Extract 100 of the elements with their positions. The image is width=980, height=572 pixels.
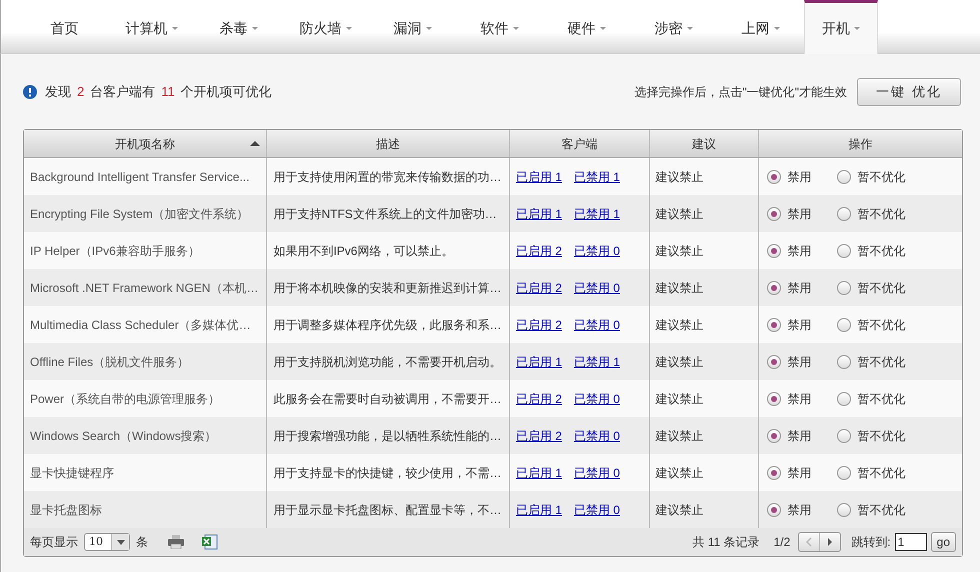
link[interactable]: 已启用 1	[516, 168, 562, 186]
radio-button[interactable]	[837, 318, 852, 332]
link[interactable]: 已启用 2	[516, 316, 562, 334]
table-cell-text: 建议禁止	[656, 354, 704, 370]
radio-button[interactable]	[767, 244, 782, 258]
table-cell-text: 建议禁止	[656, 168, 704, 186]
radio-label: 暂不优化	[857, 168, 906, 186]
radio-button[interactable]	[767, 170, 782, 184]
nav-tab[interactable]: 漏洞	[369, 0, 456, 54]
radio-button[interactable]	[837, 280, 852, 294]
table-cell-text: Microsoft .NET Framework NGEN（本机…	[30, 280, 258, 296]
nav-tab[interactable]: 开机	[804, 0, 878, 54]
go-button[interactable]: go	[930, 532, 956, 552]
link[interactable]: 已禁用 0	[574, 316, 620, 334]
nav-tab[interactable]: 硬件	[543, 0, 630, 54]
link[interactable]: 已禁用 0	[574, 390, 620, 408]
link[interactable]: 已禁用 0	[574, 278, 620, 296]
link[interactable]: 已启用 1	[516, 352, 562, 370]
nav-tab[interactable]: 首页	[21, 0, 108, 54]
nav-tab[interactable]: 软件	[456, 0, 543, 54]
column-header: 描述	[267, 130, 510, 157]
nav-tab[interactable]: 计算机	[108, 0, 195, 54]
nav-tab[interactable]: 防火墙	[282, 0, 369, 54]
caret-icon	[116, 540, 124, 544]
info-icon	[23, 84, 37, 98]
table-cell-text: 建议禁止	[656, 464, 704, 482]
radio-button[interactable]	[837, 244, 852, 258]
optimize-button[interactable]: 一键 优化	[857, 78, 961, 106]
radio-button[interactable]	[837, 206, 852, 220]
radio-label: 禁用	[787, 242, 812, 260]
radio-button[interactable]	[837, 466, 852, 480]
table-cell-text: 建议禁止	[656, 206, 704, 222]
radio-button[interactable]	[767, 354, 782, 368]
radio-label: 暂不优化	[857, 242, 906, 260]
radio-label: 禁用	[787, 280, 812, 296]
nav-tab[interactable]: 涉密	[630, 0, 717, 54]
table-cell-text: 如果用不到IPv6网络，可以禁止。	[273, 242, 454, 260]
table-cell-text: Windows Search（Windows搜索）	[30, 428, 217, 444]
radio-label: 暂不优化	[857, 428, 906, 444]
radio-button[interactable]	[837, 502, 852, 516]
table-cell-text: 用于搜索增强功能，是以牺牲系统性能的…	[273, 428, 502, 444]
link[interactable]: 已禁用 0	[574, 242, 620, 260]
link[interactable]: 已禁用 1	[574, 352, 620, 370]
table-cell-text: 建议禁止	[656, 390, 704, 408]
radio-button[interactable]	[767, 206, 782, 220]
link[interactable]: 已启用 2	[516, 390, 562, 408]
radio-button[interactable]	[767, 466, 782, 480]
column-header[interactable]: 开机项名称	[24, 130, 268, 157]
radio-label: 暂不优化	[857, 502, 906, 518]
record-count: 共 11 条记录	[692, 534, 760, 551]
table-cell-text: 此服务会在需要时自动被调用，不需要开…	[273, 390, 502, 408]
link[interactable]: 已启用 1	[516, 204, 562, 222]
radio-label: 暂不优化	[857, 390, 906, 408]
nav-tab[interactable]: 杀毒	[195, 0, 282, 54]
link[interactable]: 已禁用 0	[574, 464, 620, 482]
per-page-label: 每页显示	[30, 534, 78, 551]
spreadsheet-icon[interactable]	[202, 534, 218, 550]
radio-button[interactable]	[767, 280, 782, 294]
table-cell-text: IP Helper（IPv6兼容助手服务）	[30, 242, 200, 260]
notice-text: 发现 2 台客户端有 11 个开机项可优化	[45, 82, 272, 101]
radio-button[interactable]	[837, 392, 852, 406]
printer-icon[interactable]	[168, 535, 184, 549]
radio-button[interactable]	[837, 354, 852, 368]
radio-button[interactable]	[767, 502, 782, 516]
radio-button[interactable]	[767, 318, 782, 332]
link[interactable]: 已启用 1	[516, 464, 562, 482]
link[interactable]: 已禁用 0	[574, 426, 620, 444]
link[interactable]: 已启用 2	[516, 426, 562, 444]
radio-label: 暂不优化	[857, 354, 906, 370]
table-cell-text: 用于显示显卡托盘图标、配置显卡等，不…	[273, 502, 502, 518]
table-cell-text: 建议禁止	[656, 280, 704, 296]
per-page-unit: 条	[136, 534, 148, 551]
table-cell-text: 用于支持NTFS文件系统上的文件加密功…	[273, 206, 497, 222]
page-input[interactable]: 1	[894, 533, 927, 551]
radio-label: 禁用	[787, 316, 812, 334]
link[interactable]: 已禁用 1	[574, 168, 620, 186]
table-cell-text: 显卡快捷键程序	[30, 464, 114, 482]
table-cell-text: Multimedia Class Scheduler（多媒体优…	[30, 316, 251, 334]
table-cell-text: 用于将本机映像的安装和更新推迟到计算…	[273, 280, 502, 296]
radio-label: 禁用	[787, 390, 812, 408]
link[interactable]: 已启用 2	[516, 242, 562, 260]
radio-label: 禁用	[787, 502, 812, 518]
link[interactable]: 已启用 1	[516, 500, 562, 518]
table-cell-text: Background Intelligent Transfer Service...	[30, 168, 250, 186]
column-header: 客户端	[510, 130, 650, 157]
radio-button[interactable]	[837, 428, 852, 442]
table-cell-text: 用于支持脱机浏览功能，不需要开机启动。	[273, 354, 502, 370]
table-cell-text: 用于支持使用闲置的带宽来传输数据的功…	[273, 168, 502, 186]
radio-button[interactable]	[767, 428, 782, 442]
link[interactable]: 已启用 2	[516, 278, 562, 296]
link[interactable]: 已禁用 0	[574, 500, 620, 518]
nav-tab[interactable]: 上网	[717, 0, 804, 54]
radio-button[interactable]	[767, 392, 782, 406]
link[interactable]: 已禁用 1	[574, 204, 620, 222]
column-header: 操作	[848, 136, 874, 152]
radio-button[interactable]	[837, 170, 852, 184]
radio-label: 禁用	[787, 168, 812, 186]
radio-label: 禁用	[787, 206, 812, 222]
page-indicator: 1/2	[774, 534, 790, 551]
page-size-select[interactable]: 10	[84, 533, 130, 551]
